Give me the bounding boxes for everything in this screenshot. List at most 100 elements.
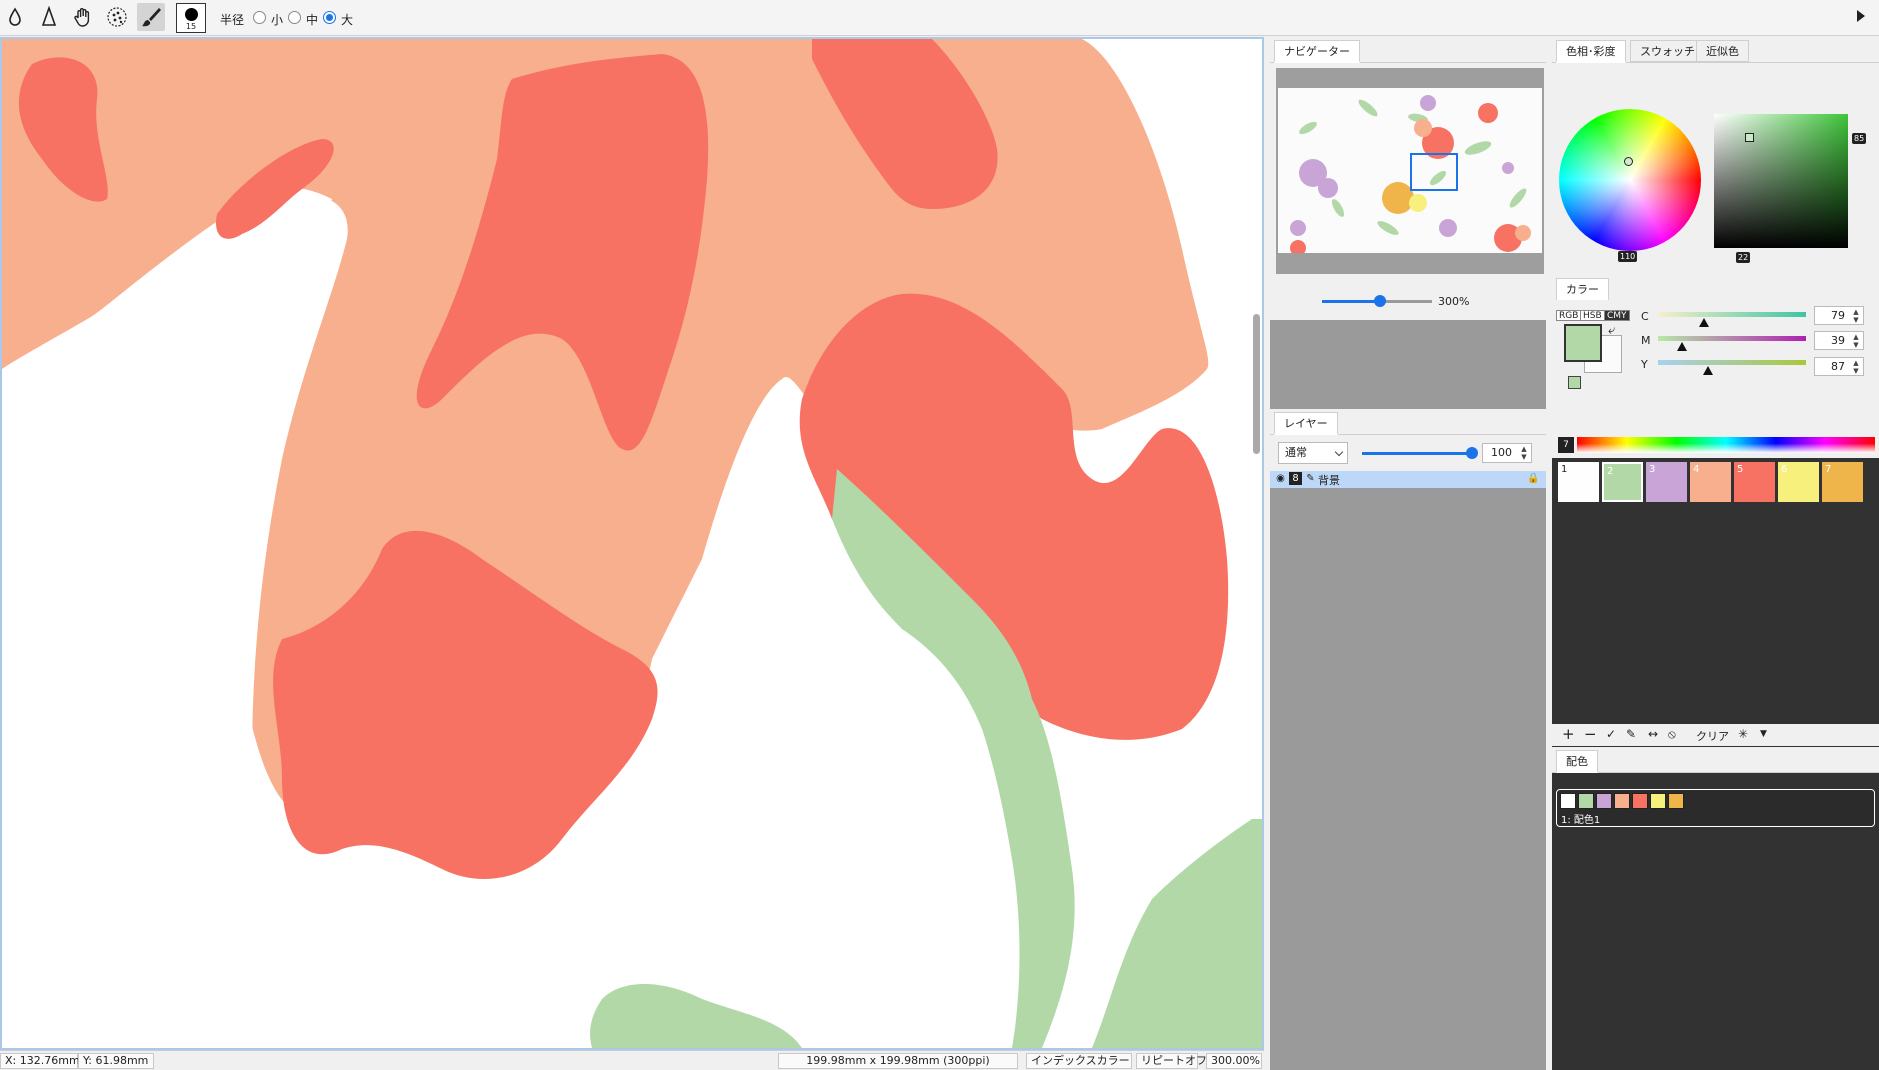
m-field[interactable]: 39 ▲ ▼ xyxy=(1814,331,1864,350)
swatch-1[interactable]: 1 xyxy=(1558,462,1599,502)
tab-color-scheme[interactable]: 配色 xyxy=(1556,750,1598,773)
slider-label-c: C xyxy=(1641,310,1649,323)
cursor-x: X: 132.76mm xyxy=(0,1053,80,1069)
tab-color[interactable]: カラー xyxy=(1556,278,1609,301)
zoom-level[interactable]: 300.00% xyxy=(1206,1053,1262,1069)
m-slider[interactable] xyxy=(1658,336,1806,341)
c-slider[interactable] xyxy=(1658,312,1806,317)
swatch-label: 3 xyxy=(1649,464,1656,475)
navigator-viewport-rect[interactable] xyxy=(1410,153,1458,191)
blend-mode-value: 通常 xyxy=(1285,446,1307,459)
spinner-icon[interactable]: ▲ ▼ xyxy=(1850,333,1862,349)
check-icon[interactable]: ✓ xyxy=(1606,727,1616,741)
hue-wheel[interactable] xyxy=(1559,109,1701,251)
opacity-knob[interactable] xyxy=(1466,447,1478,459)
mode-rgb[interactable]: RGB xyxy=(1556,310,1582,321)
hue-value: 110 xyxy=(1618,251,1638,262)
opacity-value: 100 xyxy=(1491,446,1512,459)
brush-size-preview[interactable]: 15 xyxy=(176,3,206,33)
y-value: 87 xyxy=(1831,360,1845,373)
lock-icon[interactable]: 🔒 xyxy=(1527,472,1540,485)
spinner-icon[interactable]: ▲ ▼ xyxy=(1518,445,1530,461)
swatch-6[interactable]: 6 xyxy=(1778,462,1819,502)
opacity-slider[interactable] xyxy=(1362,452,1472,455)
eyedropper-icon[interactable] xyxy=(1,3,29,31)
hue-marker[interactable] xyxy=(1624,157,1633,166)
layer-row[interactable]: ◉ 8 ✎ 背景 🔒 xyxy=(1270,471,1546,488)
add-swatch-icon[interactable]: + xyxy=(1562,725,1575,743)
swatch-2[interactable]: 2 xyxy=(1602,462,1643,502)
airbrush-icon[interactable] xyxy=(103,3,131,31)
default-colors-icon[interactable] xyxy=(1568,376,1581,389)
dropdown-arrow-icon[interactable]: ▼ xyxy=(1760,729,1767,739)
remove-swatch-icon[interactable]: − xyxy=(1584,725,1597,743)
y-field[interactable]: 87 ▲ ▼ xyxy=(1814,357,1864,376)
no-entry-icon[interactable]: ⦸ xyxy=(1668,727,1676,742)
saturation-value: 22 xyxy=(1736,252,1751,263)
swatch-label: 5 xyxy=(1737,464,1744,475)
hand-icon[interactable] xyxy=(69,3,97,31)
y-slider[interactable] xyxy=(1658,360,1806,365)
radius-large-label: 大 xyxy=(341,13,354,27)
tab-layers[interactable]: レイヤー xyxy=(1274,412,1338,435)
swatch-label: 4 xyxy=(1693,464,1700,475)
spinner-icon[interactable]: ▲ ▼ xyxy=(1850,359,1862,375)
scheme-color xyxy=(1614,793,1630,809)
canvas-artwork xyxy=(2,39,1262,1048)
swatch-3[interactable]: 3 xyxy=(1646,462,1687,502)
navigator-thumbnail[interactable] xyxy=(1278,88,1542,253)
color-scheme-item[interactable]: 1: 配色1 xyxy=(1556,789,1875,827)
swatch-5[interactable]: 5 xyxy=(1734,462,1775,502)
swatch-4[interactable]: 4 xyxy=(1690,462,1731,502)
right-panel: 色相･彩度 スウォッチ 近似色 110 85 22 カラー RGB HSB CM… xyxy=(1552,37,1879,1070)
saturation-value-square[interactable] xyxy=(1714,114,1848,248)
tab-navigator[interactable]: ナビゲーター xyxy=(1274,40,1360,63)
visibility-eye-icon[interactable]: ◉ xyxy=(1274,472,1287,485)
status-bar: X: 132.76mm Y: 61.98mm 199.98mm x 199.98… xyxy=(0,1050,1264,1070)
foreground-color-swatch[interactable] xyxy=(1564,324,1602,362)
spectrum-number: 7 xyxy=(1558,437,1574,453)
m-slider-knob[interactable] xyxy=(1677,342,1687,351)
c-slider-knob[interactable] xyxy=(1699,318,1709,327)
pen-icon[interactable] xyxy=(35,3,63,31)
drawing-canvas[interactable] xyxy=(0,37,1264,1050)
mode-cmy[interactable]: CMY xyxy=(1604,310,1630,321)
scheme-color xyxy=(1632,793,1648,809)
radius-medium-radio[interactable] xyxy=(288,11,301,24)
repeat-button[interactable]: リピートオフ xyxy=(1136,1053,1207,1069)
tab-similar-colors[interactable]: 近似色 xyxy=(1696,40,1749,63)
scheme-name: 1: 配色1 xyxy=(1561,815,1601,826)
brush-icon[interactable] xyxy=(137,3,165,31)
swap-colors-icon[interactable]: ⤶ xyxy=(1608,323,1615,338)
sv-marker[interactable] xyxy=(1745,133,1754,142)
radius-small-radio[interactable] xyxy=(253,11,266,24)
y-slider-knob[interactable] xyxy=(1703,366,1713,375)
vertical-scrollbar[interactable] xyxy=(1253,314,1260,454)
clear-button[interactable]: クリア xyxy=(1696,728,1729,744)
color-spectrum-bar[interactable] xyxy=(1577,437,1875,453)
blend-mode-select[interactable]: 通常 xyxy=(1278,442,1348,464)
layer-mode-icon[interactable]: 8 xyxy=(1289,472,1302,485)
layer-name: 背景 xyxy=(1318,474,1340,487)
radius-large-radio[interactable] xyxy=(323,11,336,24)
toolbar-expand-icon[interactable] xyxy=(1857,10,1865,22)
tab-hue-saturation[interactable]: 色相･彩度 xyxy=(1556,40,1626,63)
swatch-toolbar: + − ✓ ✎ ↔ ⦸ クリア ✳ ▼ xyxy=(1552,724,1879,746)
canvas-size: 199.98mm x 199.98mm (300ppi) xyxy=(778,1053,1018,1069)
spinner-icon[interactable]: ▲ ▼ xyxy=(1850,308,1862,324)
edit-pencil-icon[interactable]: ✎ xyxy=(1304,472,1317,485)
radius-medium-label: 中 xyxy=(306,13,319,27)
c-field[interactable]: 79 ▲ ▼ xyxy=(1814,306,1864,325)
color-mode-button[interactable]: インデックスカラー xyxy=(1026,1053,1132,1069)
hue-saturation-panel: 110 85 22 xyxy=(1552,63,1879,275)
tab-swatch[interactable]: スウォッチ xyxy=(1630,40,1705,63)
opacity-field[interactable]: 100 ▲ ▼ xyxy=(1482,443,1532,463)
sparkle-icon[interactable]: ✳ xyxy=(1738,727,1748,741)
navigator-frame xyxy=(1276,68,1544,274)
navigator-zoom-knob[interactable] xyxy=(1374,295,1386,307)
edit-icon[interactable]: ✎ xyxy=(1626,727,1636,741)
swap-icon[interactable]: ↔ xyxy=(1648,727,1658,741)
swatch-7[interactable]: 7 xyxy=(1822,462,1863,502)
mode-hsb[interactable]: HSB xyxy=(1580,310,1605,321)
color-section-tabbar: カラー xyxy=(1552,275,1879,301)
